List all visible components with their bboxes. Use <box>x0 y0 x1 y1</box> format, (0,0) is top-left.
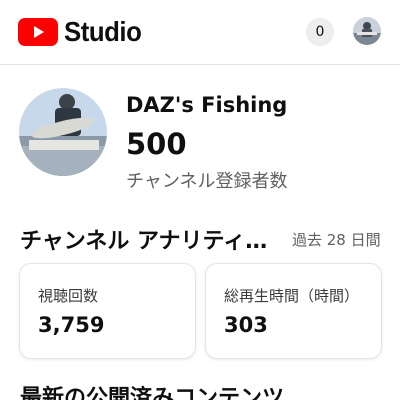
latest-content-title: 最新の公開済みコンテンツ <box>20 386 285 400</box>
channel-avatar[interactable] <box>19 88 107 176</box>
views-card[interactable]: 視聴回数 3,759 <box>19 263 196 359</box>
channel-avatar-image <box>19 88 107 176</box>
app-header: Studio 0 <box>0 0 400 64</box>
youtube-play-icon <box>18 18 58 46</box>
analytics-title: チャンネル アナリティクス <box>20 229 284 254</box>
notification-badge[interactable]: 0 <box>306 18 334 46</box>
views-value: 3,759 <box>38 313 105 337</box>
subscriber-label: チャンネル登録者数 <box>126 171 288 192</box>
header-divider <box>0 64 400 65</box>
avatar-image <box>353 17 381 45</box>
watch-time-value: 303 <box>224 313 268 337</box>
watch-time-card[interactable]: 総再生時間（時間） 303 <box>205 263 382 359</box>
analytics-period: 過去 28 日間 <box>292 231 381 249</box>
watch-time-label: 総再生時間（時間） <box>224 287 360 305</box>
views-label: 視聴回数 <box>38 287 99 305</box>
studio-logo[interactable]: Studio <box>18 18 148 46</box>
channel-name: DAZ's Fishing <box>126 93 288 117</box>
account-avatar[interactable] <box>353 17 381 45</box>
app-name: Studio <box>64 16 142 47</box>
subscriber-count: 500 <box>126 127 187 161</box>
